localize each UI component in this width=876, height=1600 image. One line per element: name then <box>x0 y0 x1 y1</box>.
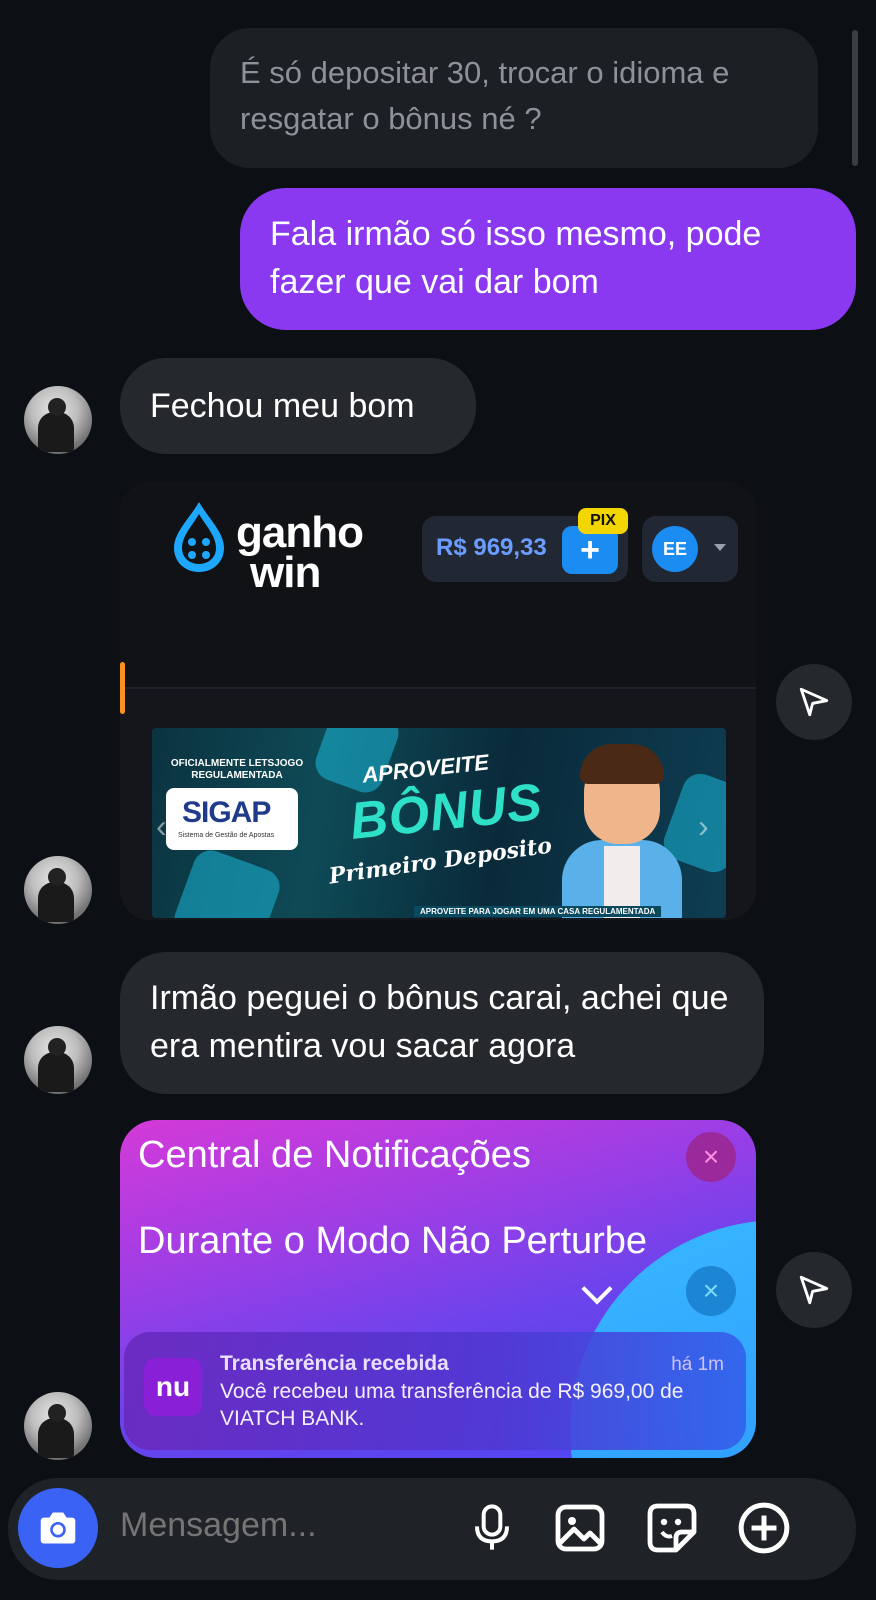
avatar[interactable] <box>24 1026 92 1094</box>
received-message-bubble[interactable]: Irmão peguei o bônus carai, achei que er… <box>120 952 764 1094</box>
add-circle-icon <box>738 1502 790 1554</box>
nubank-app-icon: nu <box>144 1358 202 1416</box>
microphone-button[interactable] <box>464 1500 520 1556</box>
share-button[interactable] <box>776 664 852 740</box>
dice-drop-icon <box>174 502 224 572</box>
pix-badge: PIX <box>578 508 628 534</box>
gallery-icon <box>555 1504 605 1552</box>
ganhowin-logo: ganho win <box>170 500 380 600</box>
reply-preview-bubble: É só depositar 30, trocar o idioma e res… <box>210 28 818 168</box>
bonus-banner: OFICIALMENTE LETSJOGO REGULAMENTADA SIGA… <box>152 728 726 918</box>
send-icon <box>799 1275 829 1305</box>
logo-text: win <box>250 548 321 597</box>
caret-down-icon <box>714 544 726 551</box>
shared-image-casino[interactable]: ganho win R$ 969,33 + PIX EE OFICIALMENT… <box>120 482 756 920</box>
scrollbar[interactable] <box>852 30 858 166</box>
divider <box>120 687 756 689</box>
avatar[interactable] <box>24 856 92 924</box>
language-selector: EE <box>642 516 738 582</box>
chevron-right-icon: › <box>698 808 709 844</box>
camera-icon <box>40 1512 76 1544</box>
add-button[interactable] <box>736 1500 792 1556</box>
notification-body: Você recebeu uma transferência de R$ 969… <box>220 1380 684 1430</box>
close-icon: × <box>686 1266 736 1316</box>
send-icon <box>799 687 829 717</box>
sigap-subtitle: Sistema de Gestão de Apostas <box>178 832 275 839</box>
notification-time: há 1m <box>671 1354 724 1375</box>
gallery-button[interactable] <box>552 1500 608 1556</box>
chevron-down-icon <box>581 1273 613 1305</box>
message-input[interactable] <box>120 1506 440 1545</box>
dnd-title: Durante o Modo Não Perturbe <box>138 1220 648 1262</box>
avatar[interactable] <box>24 386 92 454</box>
banner-oficial-text: OFICIALMENTE LETSJOGO REGULAMENTADA <box>170 758 304 781</box>
shared-image-notification[interactable]: Central de Notificações Durante o Modo N… <box>120 1120 756 1458</box>
share-button[interactable] <box>776 1252 852 1328</box>
notification-title: Transferência recebida <box>220 1352 449 1375</box>
shield-shape <box>169 845 285 918</box>
close-icon: × <box>686 1132 736 1182</box>
chevron-left-icon: ‹ <box>156 808 167 844</box>
plus-icon: + <box>580 530 600 569</box>
avatar[interactable] <box>24 1392 92 1460</box>
received-message-bubble[interactable]: Fechou meu bom <box>120 358 476 454</box>
sticker-button[interactable] <box>644 1500 700 1556</box>
sticker-icon <box>647 1503 697 1553</box>
balance-widget: R$ 969,33 + PIX <box>422 508 628 582</box>
mascot-hair <box>580 744 664 784</box>
language-flag: EE <box>652 526 698 572</box>
sigap-logo: SIGAP Sistema de Gestão de Apostas <box>166 788 298 850</box>
microphone-icon <box>475 1504 509 1550</box>
sigap-text: SIGAP <box>182 796 271 829</box>
notification-banner: nu Transferência recebida há 1m Você rec… <box>124 1332 746 1450</box>
balance-value: R$ 969,33 <box>436 534 547 561</box>
camera-button[interactable] <box>18 1488 98 1568</box>
orange-accent <box>120 662 125 714</box>
message-composer <box>8 1478 856 1580</box>
banner-footer: APROVEITE PARA JOGAR EM UMA CASA REGULAM… <box>414 906 662 917</box>
sent-message-bubble[interactable]: Fala irmão só isso mesmo, pode fazer que… <box>240 188 856 330</box>
notification-center-title: Central de Notificações <box>138 1134 531 1176</box>
